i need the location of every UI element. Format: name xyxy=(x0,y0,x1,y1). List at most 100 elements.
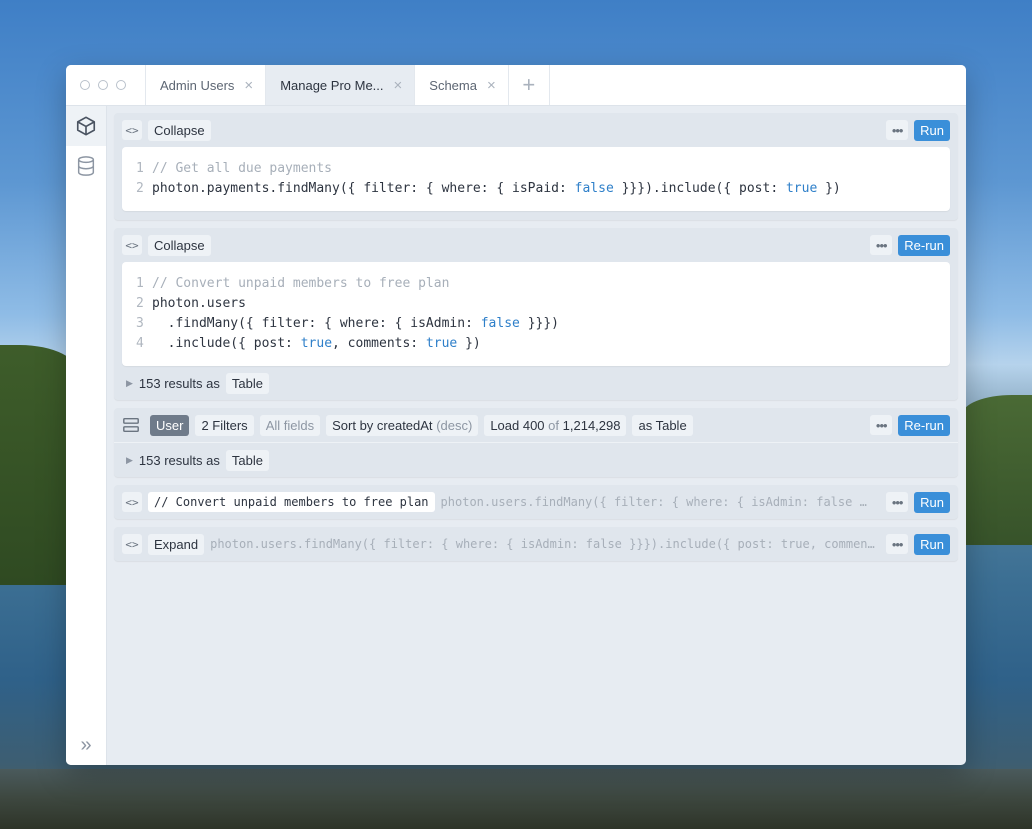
query-card-header: <> Collapse ••• Run xyxy=(114,113,958,147)
code-icon[interactable]: <> xyxy=(122,534,142,554)
query-preview: photon.users.findMany({ filter: { where:… xyxy=(440,495,867,509)
results-view-select[interactable]: Table xyxy=(225,449,269,471)
code-keyword: true xyxy=(425,336,458,351)
fields-button[interactable]: All fields xyxy=(259,414,321,436)
double-chevron-right-icon: » xyxy=(80,733,92,756)
tab-label: Manage Pro Me... xyxy=(280,77,384,93)
line-number: 3 xyxy=(136,316,144,331)
add-tab-button[interactable]: + xyxy=(509,65,550,105)
code-editor[interactable]: 1 // Get all due payments 2 photon.payme… xyxy=(122,147,950,211)
results-count: 153 results as xyxy=(138,452,220,468)
expand-triangle-icon[interactable]: ▶ xyxy=(126,455,133,466)
code-icon[interactable]: <> xyxy=(122,235,142,255)
code-line: 2 photon.payments.findMany({ filter: { w… xyxy=(136,179,936,199)
sidebar-item-query[interactable] xyxy=(66,106,106,146)
sidebar-item-database[interactable] xyxy=(66,146,106,186)
rerun-button[interactable]: Re-run xyxy=(898,414,950,436)
close-tab-icon[interactable]: × xyxy=(244,77,253,94)
rerun-button[interactable]: Re-run xyxy=(898,234,950,256)
results-view-select[interactable]: Table xyxy=(225,372,269,394)
code-line: 1 // Convert unpaid members to free plan xyxy=(136,274,936,294)
load-button[interactable]: Load 400 of 1,214,298 xyxy=(484,414,627,436)
tab-schema[interactable]: Schema × xyxy=(415,65,509,105)
run-button[interactable]: Run xyxy=(914,491,950,513)
minimize-window-button[interactable] xyxy=(98,80,108,90)
code-text: photon.users xyxy=(152,296,246,311)
sort-direction: (desc) xyxy=(436,417,473,433)
tab-admin-users[interactable]: Admin Users × xyxy=(146,65,267,105)
code-keyword: true xyxy=(300,336,333,351)
more-options-icon[interactable]: ••• xyxy=(886,534,909,554)
sort-label: Sort by createdAt xyxy=(332,417,433,433)
tab-manage-pro-members[interactable]: Manage Pro Me... × xyxy=(266,65,416,105)
collapse-button[interactable]: Collapse xyxy=(148,119,211,141)
close-tab-icon[interactable]: × xyxy=(487,77,496,94)
database-icon xyxy=(77,156,95,176)
maximize-window-button[interactable] xyxy=(116,80,126,90)
code-keyword: true xyxy=(785,181,818,196)
query-card: <> Collapse ••• Re-run 1 // Convert unpa… xyxy=(114,228,958,400)
code-text: }}}) xyxy=(519,316,560,331)
results-summary[interactable]: ▶ 153 results as Table xyxy=(114,366,958,400)
query-builder-header: User 2 Filters All fields Sort by create… xyxy=(114,408,958,442)
code-text: , comments: xyxy=(332,336,426,351)
filters-button[interactable]: 2 Filters xyxy=(195,414,254,436)
run-button[interactable]: Run xyxy=(914,119,950,141)
code-line: 1 // Get all due payments xyxy=(136,159,936,179)
line-number: 4 xyxy=(136,336,144,351)
query-list: <> Collapse ••• Run 1 // Get all due pay… xyxy=(114,113,958,569)
code-icon[interactable]: <> xyxy=(122,120,142,140)
run-button[interactable]: Run xyxy=(914,533,950,555)
code-editor[interactable]: 1 // Convert unpaid members to free plan… xyxy=(122,262,950,366)
query-preview: photon.users.findMany({ filter: { where:… xyxy=(210,537,875,551)
title-bar: Admin Users × Manage Pro Me... × Schema … xyxy=(66,65,966,106)
query-card-header: <> Expand photon.users.findMany({ filter… xyxy=(114,527,958,561)
tab-label: Schema xyxy=(429,77,477,93)
close-tab-icon[interactable]: × xyxy=(394,77,403,94)
more-options-icon[interactable]: ••• xyxy=(886,120,909,140)
query-card-header: <> Collapse ••• Re-run xyxy=(114,228,958,262)
collapse-button[interactable]: Collapse xyxy=(148,234,211,256)
window-controls xyxy=(66,65,146,105)
more-options-icon[interactable]: ••• xyxy=(870,235,893,255)
load-of: of xyxy=(548,417,560,433)
more-options-icon[interactable]: ••• xyxy=(870,415,893,435)
query-card-header: <> // Convert unpaid members to free pla… xyxy=(114,485,958,519)
code-text: photon.payments.findMany({ filter: { whe… xyxy=(152,181,575,196)
close-window-button[interactable] xyxy=(80,80,90,90)
query-builder-card: User 2 Filters All fields Sort by create… xyxy=(114,408,958,477)
line-number: 2 xyxy=(136,181,144,196)
query-title[interactable]: // Convert unpaid members to free plan xyxy=(148,492,435,512)
code-line: 2 photon.users xyxy=(136,294,936,314)
code-line: 3 .findMany({ filter: { where: { isAdmin… xyxy=(136,314,936,334)
code-text: }}}).include({ post: xyxy=(613,181,786,196)
view-as-button[interactable]: as Table xyxy=(632,414,693,436)
sidebar: » xyxy=(66,106,107,765)
background-hill-right xyxy=(962,395,1032,545)
query-card: <> Collapse ••• Run 1 // Get all due pay… xyxy=(114,113,958,220)
line-number: 2 xyxy=(136,296,144,311)
sort-button[interactable]: Sort by createdAt (desc) xyxy=(326,414,479,436)
model-select[interactable]: User xyxy=(150,414,190,436)
expand-sidebar-button[interactable]: » xyxy=(66,733,106,757)
code-keyword: false xyxy=(574,181,614,196)
code-text: .include({ post: xyxy=(152,336,301,351)
background-shore xyxy=(0,769,1032,829)
results-count: 153 results as xyxy=(138,375,220,391)
results-summary[interactable]: ▶ 153 results as Table xyxy=(114,443,958,477)
expand-button[interactable]: Expand xyxy=(148,533,205,555)
code-keyword: false xyxy=(480,316,520,331)
app-window: Admin Users × Manage Pro Me... × Schema … xyxy=(66,65,966,765)
load-total: 1,214,298 xyxy=(562,417,621,433)
cube-icon xyxy=(76,116,96,136)
code-comment: // Convert unpaid members to free plan xyxy=(152,276,450,291)
code-comment: // Get all due payments xyxy=(152,161,333,176)
more-options-icon[interactable]: ••• xyxy=(886,492,909,512)
code-icon[interactable]: <> xyxy=(122,492,142,512)
expand-triangle-icon[interactable]: ▶ xyxy=(126,378,133,389)
line-number: 1 xyxy=(136,276,144,291)
code-line: 4 .include({ post: true, comments: true … xyxy=(136,334,936,354)
query-card-collapsed: <> // Convert unpaid members to free pla… xyxy=(114,485,958,519)
load-count: Load 400 xyxy=(490,417,545,433)
code-text: }) xyxy=(817,181,841,196)
